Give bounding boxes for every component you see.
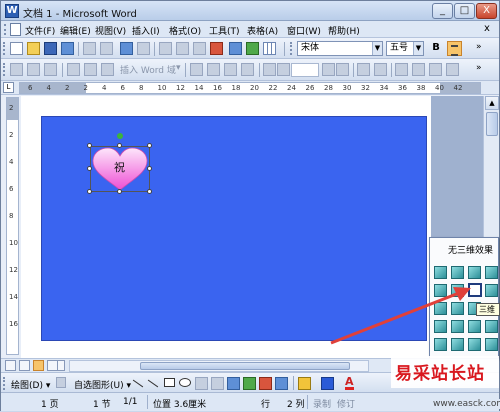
status-page: 1 页: [41, 400, 59, 410]
diagram-icon[interactable]: [243, 377, 256, 390]
watermark-url: www.easck.com: [433, 399, 500, 409]
horizontal-scrollbar[interactable]: [69, 360, 369, 372]
status-rec[interactable]: 录制: [313, 397, 331, 410]
status-bar: 1 页 1 节 1/1 位置 3.6厘米 行 2 列 录制 修订: [1, 392, 499, 411]
normal-view-button[interactable]: [5, 360, 16, 371]
arrow-tool-icon[interactable]: [147, 379, 159, 388]
watermark-brand: 易采站长站: [395, 364, 485, 384]
draw-menu-button[interactable]: 绘图(D) ▾: [11, 378, 50, 391]
status-trk[interactable]: 修订: [337, 397, 355, 410]
status-page-of: 1/1: [123, 397, 138, 407]
print-layout-button[interactable]: [33, 360, 44, 371]
line-tool-icon[interactable]: [132, 379, 144, 388]
clip-art-icon[interactable]: [259, 377, 272, 390]
fill-color-icon[interactable]: [298, 377, 311, 390]
separator: [293, 376, 294, 390]
status-line: 行: [261, 400, 271, 410]
reading-layout-button[interactable]: [57, 360, 65, 371]
status-section: 1 节: [93, 400, 111, 410]
font-color-icon[interactable]: A: [345, 376, 354, 390]
toolbar-grip-icon[interactable]: [3, 377, 6, 390]
select-objects-icon[interactable]: [56, 377, 66, 388]
insert-picture-icon[interactable]: [275, 377, 288, 390]
oval-tool-icon[interactable]: [179, 378, 191, 387]
web-layout-button[interactable]: [19, 360, 30, 371]
rectangle-tool-icon[interactable]: [164, 378, 175, 387]
status-position: 位置 3.6厘米: [153, 400, 207, 410]
status-column: 2 列: [287, 400, 305, 410]
word-window: W 文档 1 - Microsoft Word _ □ X 文件(F) 编辑(E…: [0, 0, 500, 411]
line-color-icon[interactable]: [321, 377, 334, 390]
separator: [147, 395, 148, 409]
text-box-icon[interactable]: [195, 377, 208, 390]
watermark: 易采站长站: [391, 356, 499, 388]
horizontal-scroll-thumb[interactable]: [140, 362, 350, 370]
autoshapes-menu-button[interactable]: 自选图形(U) ▾: [74, 378, 131, 391]
wordart-icon[interactable]: [227, 377, 240, 390]
separator: [307, 395, 308, 409]
pointer-arrow-icon: [330, 287, 471, 345]
vertical-text-box-icon[interactable]: [211, 377, 224, 390]
